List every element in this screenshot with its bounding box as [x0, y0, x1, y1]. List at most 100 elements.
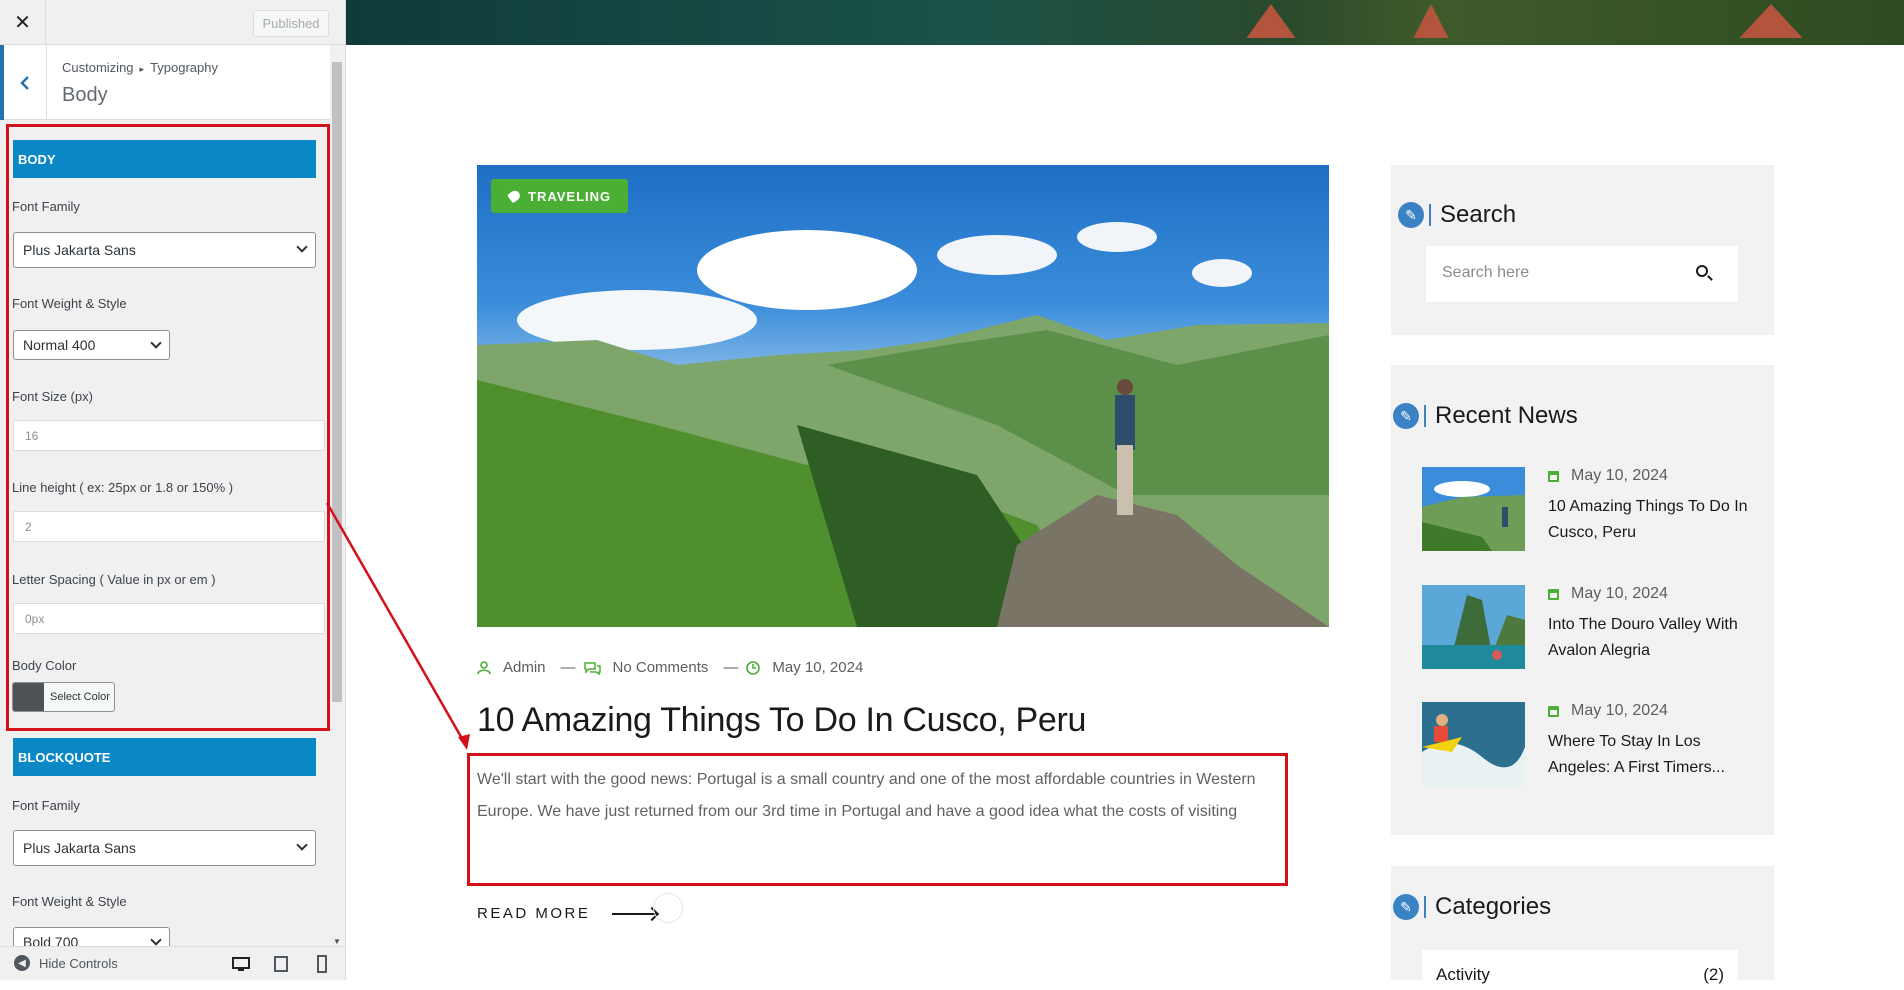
meta-separator: —	[560, 659, 576, 676]
post-featured-image[interactable]	[477, 165, 1329, 627]
search-widget-heading: ✎ Search	[1398, 201, 1516, 229]
body-font-family-label: Font Family	[12, 199, 80, 214]
roof-shape	[1739, 4, 1803, 38]
color-swatch	[13, 683, 44, 711]
section-title: Body	[62, 84, 108, 106]
sidebar-scrollbar[interactable]: ▼	[330, 48, 344, 946]
blockquote-font-family-select[interactable]: Plus Jakarta Sans	[13, 830, 316, 866]
recent-news-heading: ✎ Recent News	[1393, 402, 1578, 430]
clock-icon	[746, 660, 761, 675]
arrow-right-icon	[612, 912, 657, 915]
body-group-heading: BODY	[13, 140, 316, 178]
body-color-label: Body Color	[12, 658, 77, 673]
customizer-header: ✕ Published	[0, 0, 345, 45]
blockquote-font-weight-value: Bold 700	[23, 934, 79, 946]
categories-title: Categories	[1435, 893, 1552, 920]
news-date: May 10, 2024	[1548, 702, 1668, 720]
mountain-landscape-illustration	[477, 222, 1329, 627]
body-color-picker-button[interactable]: Select Color	[12, 682, 115, 712]
controls-panel: BODY Font Family Plus Jakarta Sans Font …	[0, 121, 330, 946]
thumbnail-image	[1422, 467, 1525, 551]
close-icon[interactable]: ✕	[0, 0, 46, 45]
customizer-sidebar: ✕ Published Customizing ▸ Typography Body …	[0, 0, 346, 980]
category-item[interactable]: Activity (2)	[1422, 950, 1738, 990]
body-font-weight-select[interactable]: Normal 400	[13, 330, 170, 360]
category-label: TRAVELING	[528, 188, 612, 204]
post-meta: Admin — No Comments — May 10, 2024	[477, 659, 863, 676]
search-icon[interactable]	[1696, 265, 1708, 277]
body-letter-spacing-input[interactable]: 0px	[13, 603, 325, 634]
news-title[interactable]: 10 Amazing Things To Do In Cusco, Peru	[1548, 494, 1748, 546]
news-thumbnail[interactable]	[1422, 702, 1525, 786]
desktop-icon[interactable]	[232, 955, 250, 973]
body-font-family-value: Plus Jakarta Sans	[23, 242, 136, 258]
search-input[interactable]: Search here	[1426, 246, 1738, 302]
news-date: May 10, 2024	[1548, 585, 1668, 603]
news-thumbnail[interactable]	[1422, 585, 1525, 669]
news-thumbnail[interactable]	[1422, 467, 1525, 551]
read-more-label: READ MORE	[477, 905, 591, 922]
read-more-link[interactable]: READ MORE	[477, 893, 683, 923]
thumbnail-image	[1422, 702, 1525, 786]
body-font-size-input[interactable]: 16	[13, 420, 325, 451]
chevron-down-icon	[296, 839, 308, 851]
news-title[interactable]: Into The Douro Valley With Avalon Alegri…	[1548, 612, 1748, 664]
body-font-weight-label: Font Weight & Style	[12, 296, 127, 311]
roof-shape	[1413, 4, 1449, 38]
back-arrow-icon[interactable]	[0, 45, 47, 120]
recent-news-item[interactable]: May 10, 2024 10 Amazing Things To Do In …	[1422, 467, 1752, 553]
calendar-icon	[1548, 588, 1559, 600]
tag-icon	[507, 188, 522, 204]
categories-heading: ✎ Categories	[1393, 893, 1551, 921]
tablet-icon[interactable]	[272, 955, 290, 973]
calendar-icon	[1548, 705, 1559, 717]
body-line-height-value: 2	[25, 519, 32, 534]
body-letter-spacing-label: Letter Spacing ( Value in px or em )	[12, 572, 216, 587]
breadcrumb-separator-icon: ▸	[139, 64, 145, 74]
recent-news-widget: ✎ Recent News May 10, 2024 10 Amazing Th…	[1391, 365, 1774, 835]
body-letter-spacing-value: 0px	[25, 611, 45, 626]
blockquote-font-family-value: Plus Jakarta Sans	[23, 840, 136, 856]
recent-news-title: Recent News	[1435, 402, 1578, 429]
publish-button[interactable]: Published	[253, 10, 329, 37]
hide-controls-label: Hide Controls	[39, 955, 118, 971]
search-widget-title: Search	[1440, 201, 1517, 228]
search-widget: ✎ Search Search here	[1391, 165, 1774, 335]
news-date-text: May 10, 2024	[1571, 585, 1668, 602]
header-hero-image	[346, 0, 1904, 45]
pencil-icon: ✎	[1398, 202, 1424, 228]
recent-news-item[interactable]: May 10, 2024 Where To Stay In Los Angele…	[1422, 702, 1752, 788]
scrollbar-thumb[interactable]	[332, 62, 342, 702]
mobile-icon[interactable]	[313, 955, 331, 973]
customizer-footer: ◀ Hide Controls	[0, 946, 345, 980]
breadcrumb-root: Customizing	[62, 60, 134, 75]
news-date-text: May 10, 2024	[1571, 702, 1668, 719]
hide-controls-button[interactable]: ◀ Hide Controls	[14, 955, 118, 971]
categories-widget: ✎ Categories Activity (2)	[1391, 866, 1774, 990]
post-author[interactable]: Admin	[503, 659, 546, 676]
recent-news-item[interactable]: May 10, 2024 Into The Douro Valley With …	[1422, 585, 1752, 671]
heading-bar	[1424, 896, 1426, 918]
blockquote-group-heading: BLOCKQUOTE	[13, 738, 316, 776]
blockquote-font-weight-label: Font Weight & Style	[12, 894, 127, 909]
chevron-down-icon	[296, 241, 308, 253]
post-date: May 10, 2024	[772, 659, 864, 676]
body-font-size-value: 16	[25, 428, 39, 443]
post-excerpt: We'll start with the good news: Portugal…	[477, 771, 1256, 820]
scroll-down-arrow-icon[interactable]: ▼	[333, 937, 341, 946]
post-title[interactable]: 10 Amazing Things To Do In Cusco, Peru	[477, 701, 1086, 740]
pencil-icon: ✎	[1393, 894, 1419, 920]
body-line-height-input[interactable]: 2	[13, 511, 325, 542]
post-comments[interactable]: No Comments	[613, 659, 709, 676]
body-font-family-select[interactable]: Plus Jakarta Sans	[13, 232, 316, 268]
news-date-text: May 10, 2024	[1571, 467, 1668, 484]
breadcrumb-section: Typography	[150, 60, 218, 75]
category-count: (2)	[1703, 965, 1724, 984]
category-tag[interactable]: TRAVELING	[491, 179, 629, 213]
news-title[interactable]: Where To Stay In Los Angeles: A First Ti…	[1548, 729, 1748, 781]
section-header: Customizing ▸ Typography Body	[0, 45, 330, 120]
select-color-label: Select Color	[50, 691, 110, 703]
body-font-weight-value: Normal 400	[23, 337, 96, 353]
blockquote-font-weight-select[interactable]: Bold 700	[13, 927, 170, 946]
meta-separator: —	[723, 659, 739, 676]
